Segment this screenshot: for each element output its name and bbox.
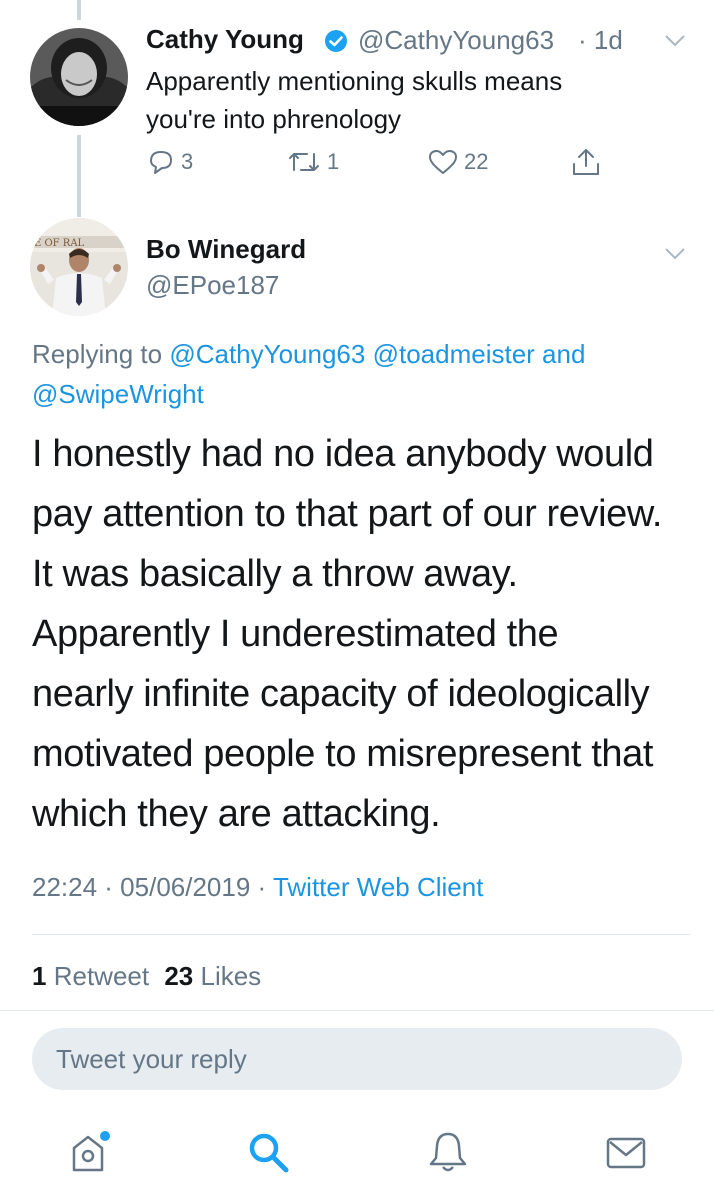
parent-text-line: you're into phrenology [146, 104, 402, 134]
bell-icon [429, 1132, 467, 1172]
tab-search[interactable] [246, 1130, 290, 1179]
tweet-body-line: pay attention to that part of our review… [32, 493, 662, 535]
like-stat[interactable]: 23 Likes [164, 961, 261, 991]
thread-line-connector [77, 135, 81, 217]
share-icon [573, 149, 599, 175]
retweet-stat[interactable]: 1 Retweet [32, 961, 156, 991]
retweet-button[interactable]: 1 [287, 148, 339, 176]
tweet-body-line: nearly infinite capacity of ideologicall… [32, 673, 650, 715]
tweet-body-line: It was basically a throw away. [32, 553, 518, 595]
avatar[interactable] [30, 28, 128, 126]
like-stat-label: Likes [200, 961, 262, 991]
mention-link[interactable]: @SwipeWright [32, 379, 204, 409]
tweet-body-line: motivated people to misrepresent that [32, 733, 653, 775]
verified-badge-icon [324, 29, 348, 58]
reply-count: 3 [181, 149, 194, 174]
svg-text:E OF RAL: E OF RAL [34, 238, 85, 249]
tab-home[interactable] [68, 1130, 112, 1179]
tweet-body: I honestly had no idea anybody would pay… [32, 424, 692, 844]
like-button[interactable]: 22 [428, 148, 488, 176]
tweet-timestamp[interactable]: 22:24 · 05/06/2019 · [32, 872, 266, 902]
parent-author-name[interactable]: Cathy Young [146, 24, 304, 55]
like-total: 23 [164, 961, 194, 991]
avatar[interactable]: E OF RAL [30, 218, 128, 316]
search-icon [249, 1133, 289, 1173]
reply-icon [150, 151, 172, 174]
divider [32, 934, 690, 935]
tab-notifications[interactable] [426, 1130, 470, 1179]
notification-dot [100, 1131, 110, 1141]
tweet-body-line: Apparently I underestimated the [32, 613, 559, 655]
mention-link[interactable]: @CathyYoung63 [169, 339, 365, 369]
more-mentions-link[interactable]: and [542, 339, 585, 369]
reply-placeholder: Tweet your reply [56, 1044, 247, 1074]
reply-input[interactable]: Tweet your reply [32, 1028, 682, 1090]
home-icon [72, 1131, 110, 1172]
client-link[interactable]: Twitter Web Client [273, 872, 483, 902]
reply-button[interactable]: 3 [147, 148, 193, 176]
retweet-stat-label: Retweet [53, 961, 150, 991]
tweet-body-line: which they are attacking. [32, 793, 441, 835]
retweet-count: 1 [327, 149, 340, 174]
replying-to: Replying to @CathyYoung63 @toadmeister a… [32, 334, 682, 414]
parent-time: · 1d [578, 25, 623, 55]
divider [0, 1010, 714, 1011]
engagement-stats: 1 Retweet 23 Likes [32, 961, 261, 992]
tweet-body-line: I honestly had no idea anybody would [32, 433, 654, 475]
thread-line-top [77, 0, 81, 20]
parent-text-line: Apparently mentioning skulls means [146, 66, 563, 96]
parent-tweet-text: Apparently mentioning skulls means you'r… [146, 62, 562, 138]
chevron-down-icon[interactable] [664, 34, 686, 53]
replying-label: Replying to [32, 339, 163, 369]
main-author-name[interactable]: Bo Winegard [146, 234, 306, 265]
retweet-total: 1 [32, 961, 47, 991]
mention-link[interactable]: @toadmeister [373, 339, 535, 369]
main-author-handle[interactable]: @EPoe187 [146, 270, 279, 301]
tab-messages[interactable] [604, 1130, 648, 1179]
tweet-meta: 22:24 · 05/06/2019 · Twitter Web Client [32, 872, 483, 903]
share-button[interactable] [570, 146, 602, 178]
parent-author-handle[interactable]: @CathyYoung63 [358, 25, 554, 56]
envelope-icon [606, 1137, 646, 1169]
heart-icon [429, 150, 457, 174]
like-count: 22 [464, 149, 489, 174]
chevron-down-icon[interactable] [664, 247, 686, 266]
retweet-icon [289, 153, 319, 171]
